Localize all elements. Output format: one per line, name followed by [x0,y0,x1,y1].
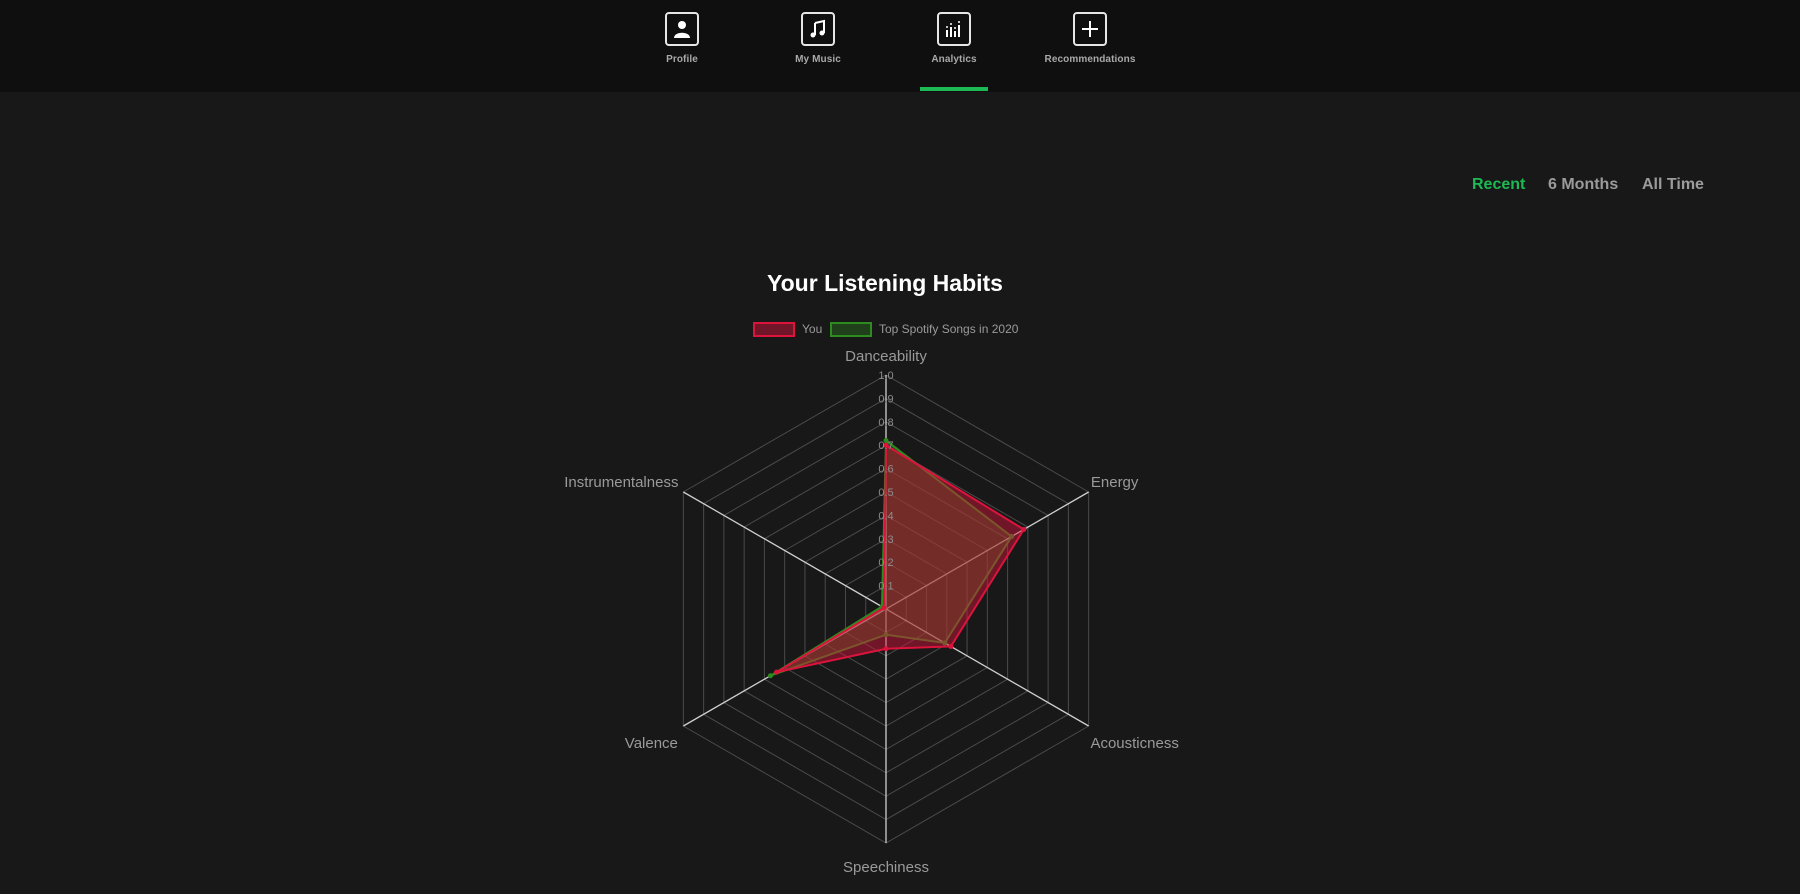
axis-label: Energy [1091,474,1139,491]
nav-item-profile[interactable]: Profile [622,12,742,92]
tick-label: 0.2 [878,557,893,569]
person-icon [665,12,699,46]
axis-label: Acousticness [1090,735,1178,752]
nav-item-my-music[interactable]: My Music [758,12,878,92]
data-point [774,669,780,675]
nav-item-recommendations[interactable]: Recommendations [1030,12,1150,92]
top-navigation: Profile My Music Analytics Recommendatio… [0,0,1800,92]
tick-label: 0.4 [878,510,893,522]
bar-chart-icon [937,12,971,46]
axis-label: Valence [625,735,678,752]
legend-swatch [830,322,872,337]
tick-label: 0.6 [878,464,893,476]
data-point [883,646,889,652]
tick-label: 0.9 [878,393,893,405]
nav-label-my-music: My Music [795,54,841,65]
data-point [1021,526,1027,532]
tick-label: 1.0 [878,370,893,382]
tick-label: 0.3 [878,534,893,546]
data-point [767,673,773,679]
range-tab-all-time[interactable]: All Time [1642,176,1704,194]
legend-swatch [753,322,795,337]
series-area [776,443,1026,674]
nav-label-profile: Profile [666,54,698,65]
nav-label-analytics: Analytics [931,54,977,65]
tick-label: 0.5 [878,487,893,499]
legend-label: Top Spotify Songs in 2020 [879,322,1019,336]
radar-chart: 0.1 0.2 0.3 0.4 0.5 0.6 0.7 0.8 0.9 1.0 Danceabili… [564,322,1179,876]
tick-label: 0.1 [878,581,893,593]
time-range-tabs: Recent 6 Months All Time [1460,176,1720,200]
plus-icon [1073,12,1107,46]
tick-label: 0.8 [878,417,893,429]
nav-item-analytics[interactable]: Analytics [894,12,1014,92]
chart-title: Your Listening Habits [767,270,1003,296]
range-tab-recent[interactable]: Recent [1472,176,1525,194]
data-point [948,643,954,649]
tick-label: 0.7 [878,440,893,452]
music-note-icon [801,12,835,46]
legend-label: You [802,322,822,336]
axis-label: Speechiness [843,859,929,876]
nav-label-recommendations: Recommendations [1044,54,1136,65]
active-tab-indicator [920,87,988,91]
data-point [881,605,887,611]
range-tab-6-months[interactable]: 6 Months [1548,176,1618,194]
axis-label: Danceability [845,348,927,365]
axis-label: Instrumentalness [564,474,678,491]
